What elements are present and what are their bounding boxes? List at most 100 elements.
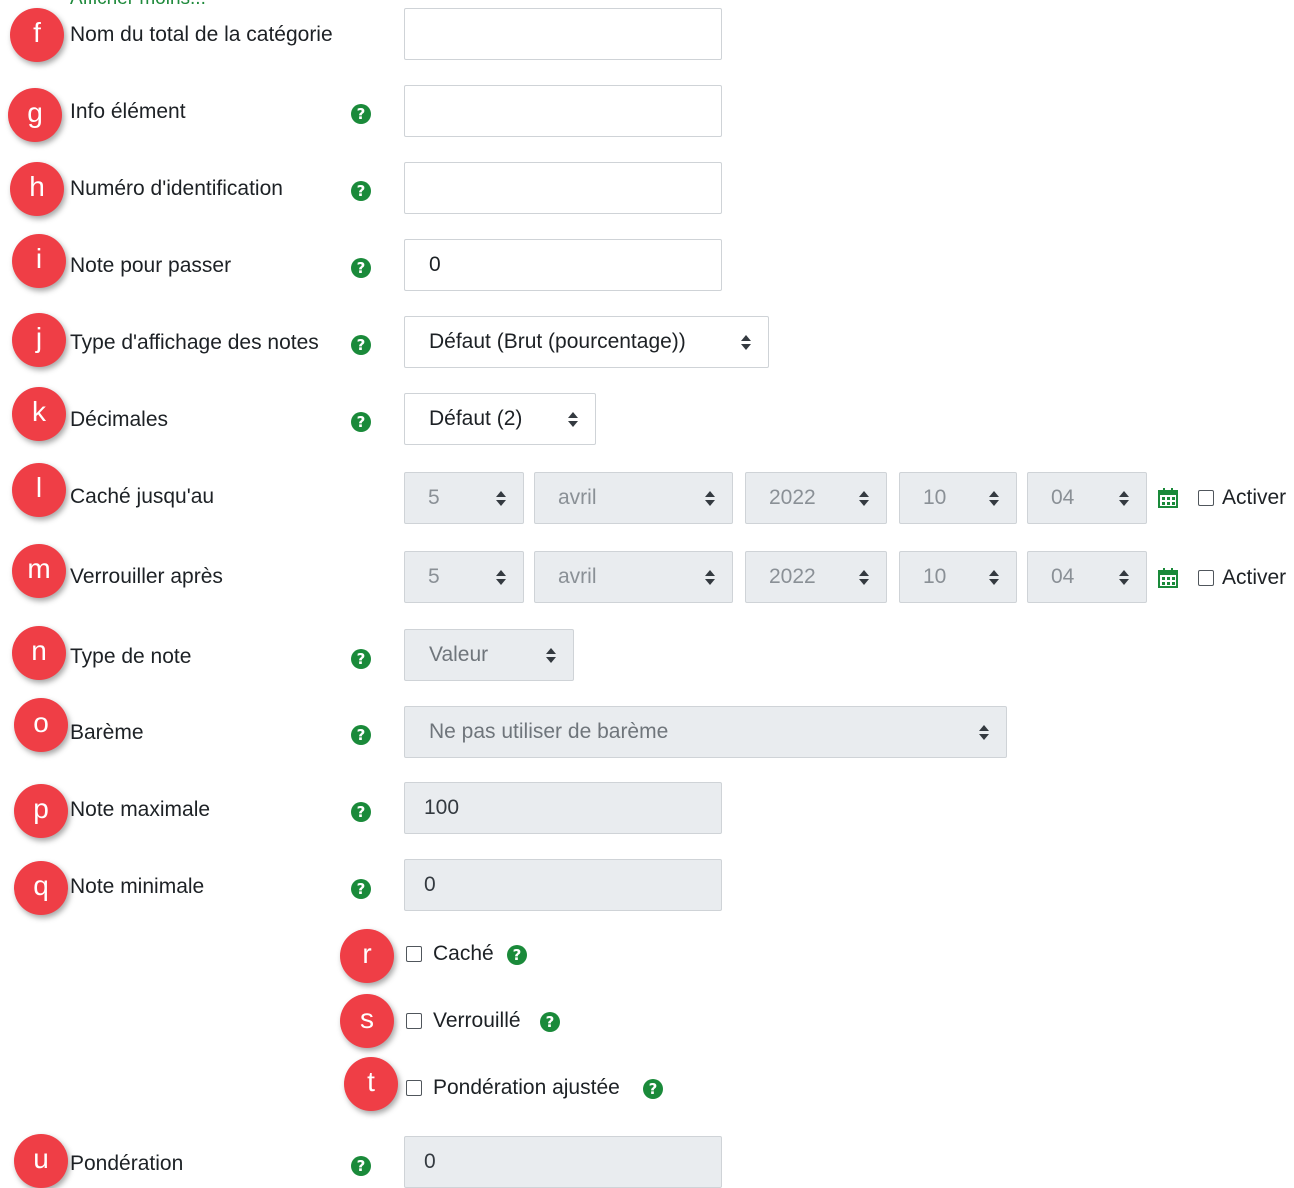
- badge-m: m: [12, 544, 66, 598]
- field-label-grade-type: Type de note: [70, 645, 192, 668]
- field-label-locked-after: Verrouiller après: [70, 565, 223, 588]
- minute-value: 04: [1051, 565, 1075, 588]
- field-label-min-grade: Note minimale: [70, 875, 205, 898]
- select-arrows-icon: [495, 488, 507, 508]
- locked-after-minute-select[interactable]: 04: [1027, 551, 1147, 603]
- hour-value: 10: [923, 565, 947, 588]
- field-label-decimals: Décimales: [70, 408, 169, 431]
- min-grade-input[interactable]: 0: [404, 859, 722, 911]
- field-label-hidden-until: Caché jusqu'au: [70, 485, 215, 508]
- max-grade-input[interactable]: 100: [404, 782, 722, 834]
- locked-checkbox[interactable]: [406, 1013, 422, 1029]
- badge-j: j: [12, 313, 66, 367]
- badge-i: i: [12, 234, 66, 288]
- locked-checkbox-label: Verrouillé: [433, 1009, 521, 1032]
- hidden-until-minute-select[interactable]: 04: [1027, 472, 1147, 524]
- field-label-max-grade: Note maximale: [70, 798, 211, 821]
- select-arrows-icon: [1118, 567, 1130, 587]
- minute-value: 04: [1051, 486, 1075, 509]
- help-icon[interactable]: ?: [351, 104, 371, 124]
- help-icon[interactable]: ?: [507, 945, 527, 965]
- locked-after-enable-label: Activer: [1222, 566, 1287, 589]
- badge-s: s: [340, 994, 394, 1048]
- hour-value: 10: [923, 486, 947, 509]
- field-label-grade-display-type: Type d'affichage des notes: [70, 331, 319, 354]
- weight-input[interactable]: 0: [404, 1136, 722, 1188]
- hidden-until-month-select[interactable]: avril: [534, 472, 733, 524]
- badge-l: l: [12, 463, 66, 517]
- calendar-icon[interactable]: [1157, 487, 1179, 509]
- field-label-item-info: Info élément: [70, 100, 186, 123]
- day-value: 5: [428, 486, 440, 509]
- hidden-until-enable-checkbox[interactable]: [1198, 490, 1214, 506]
- help-icon[interactable]: ?: [351, 879, 371, 899]
- badge-h: h: [10, 162, 64, 216]
- scale-select[interactable]: Ne pas utiliser de barème: [404, 706, 1007, 758]
- select-arrows-icon: [704, 567, 716, 587]
- hidden-checkbox[interactable]: [406, 946, 422, 962]
- badge-g: g: [8, 88, 62, 142]
- help-icon[interactable]: ?: [351, 802, 371, 822]
- select-arrows-icon: [545, 645, 557, 665]
- badge-q: q: [14, 861, 68, 915]
- category-total-name-input[interactable]: [404, 8, 722, 60]
- badge-k: k: [12, 387, 66, 441]
- field-label-scale: Barème: [70, 721, 144, 744]
- id-number-input[interactable]: [404, 162, 722, 214]
- decimals-select[interactable]: Défaut (2): [404, 393, 596, 445]
- year-value: 2022: [769, 486, 816, 509]
- grade-display-type-value: Défaut (Brut (pourcentage)): [429, 330, 686, 353]
- select-arrows-icon: [495, 567, 507, 587]
- select-arrows-icon: [858, 567, 870, 587]
- help-icon[interactable]: ?: [351, 181, 371, 201]
- hidden-until-year-select[interactable]: 2022: [745, 472, 887, 524]
- hidden-until-hour-select[interactable]: 10: [899, 472, 1017, 524]
- locked-after-day-select[interactable]: 5: [404, 551, 524, 603]
- help-icon[interactable]: ?: [351, 258, 371, 278]
- badge-p: p: [14, 784, 68, 838]
- locked-after-year-select[interactable]: 2022: [745, 551, 887, 603]
- help-icon[interactable]: ?: [351, 725, 371, 745]
- locked-after-hour-select[interactable]: 10: [899, 551, 1017, 603]
- show-less-link[interactable]: Afficher moins...: [70, 0, 206, 10]
- locked-after-month-select[interactable]: avril: [534, 551, 733, 603]
- weight-adjusted-checkbox[interactable]: [406, 1080, 422, 1096]
- field-label-grade-to-pass: Note pour passer: [70, 254, 232, 277]
- select-arrows-icon: [704, 488, 716, 508]
- field-label-id-number: Numéro d'identification: [70, 177, 283, 200]
- badge-r: r: [340, 929, 394, 983]
- help-icon[interactable]: ?: [351, 1156, 371, 1176]
- grade-type-select[interactable]: Valeur: [404, 629, 574, 681]
- help-icon[interactable]: ?: [351, 649, 371, 669]
- badge-o: o: [14, 698, 68, 752]
- grade-type-value: Valeur: [429, 643, 489, 666]
- decimals-value: Défaut (2): [429, 407, 523, 430]
- scale-value: Ne pas utiliser de barème: [429, 720, 669, 743]
- help-icon[interactable]: ?: [643, 1079, 663, 1099]
- help-icon[interactable]: ?: [351, 412, 371, 432]
- hidden-until-day-select[interactable]: 5: [404, 472, 524, 524]
- calendar-icon[interactable]: [1157, 567, 1179, 589]
- field-label-weight: Pondération: [70, 1152, 184, 1175]
- select-arrows-icon: [978, 722, 990, 742]
- month-value: avril: [558, 565, 597, 588]
- badge-f: f: [10, 8, 64, 62]
- hidden-until-enable-label: Activer: [1222, 486, 1287, 509]
- year-value: 2022: [769, 565, 816, 588]
- item-info-input[interactable]: [404, 85, 722, 137]
- month-value: avril: [558, 486, 597, 509]
- help-icon[interactable]: ?: [540, 1012, 560, 1032]
- select-arrows-icon: [988, 567, 1000, 587]
- select-arrows-icon: [988, 488, 1000, 508]
- hidden-checkbox-label: Caché: [433, 942, 494, 965]
- select-arrows-icon: [1118, 488, 1130, 508]
- select-arrows-icon: [740, 332, 752, 352]
- select-arrows-icon: [858, 488, 870, 508]
- grade-to-pass-input[interactable]: 0: [404, 239, 722, 291]
- field-label-category-total-name: Nom du total de la catégorie: [70, 23, 333, 46]
- weight-adjusted-checkbox-label: Pondération ajustée: [433, 1076, 620, 1099]
- help-icon[interactable]: ?: [351, 335, 371, 355]
- locked-after-enable-checkbox[interactable]: [1198, 570, 1214, 586]
- badge-u: u: [14, 1134, 68, 1188]
- grade-display-type-select[interactable]: Défaut (Brut (pourcentage)): [404, 316, 769, 368]
